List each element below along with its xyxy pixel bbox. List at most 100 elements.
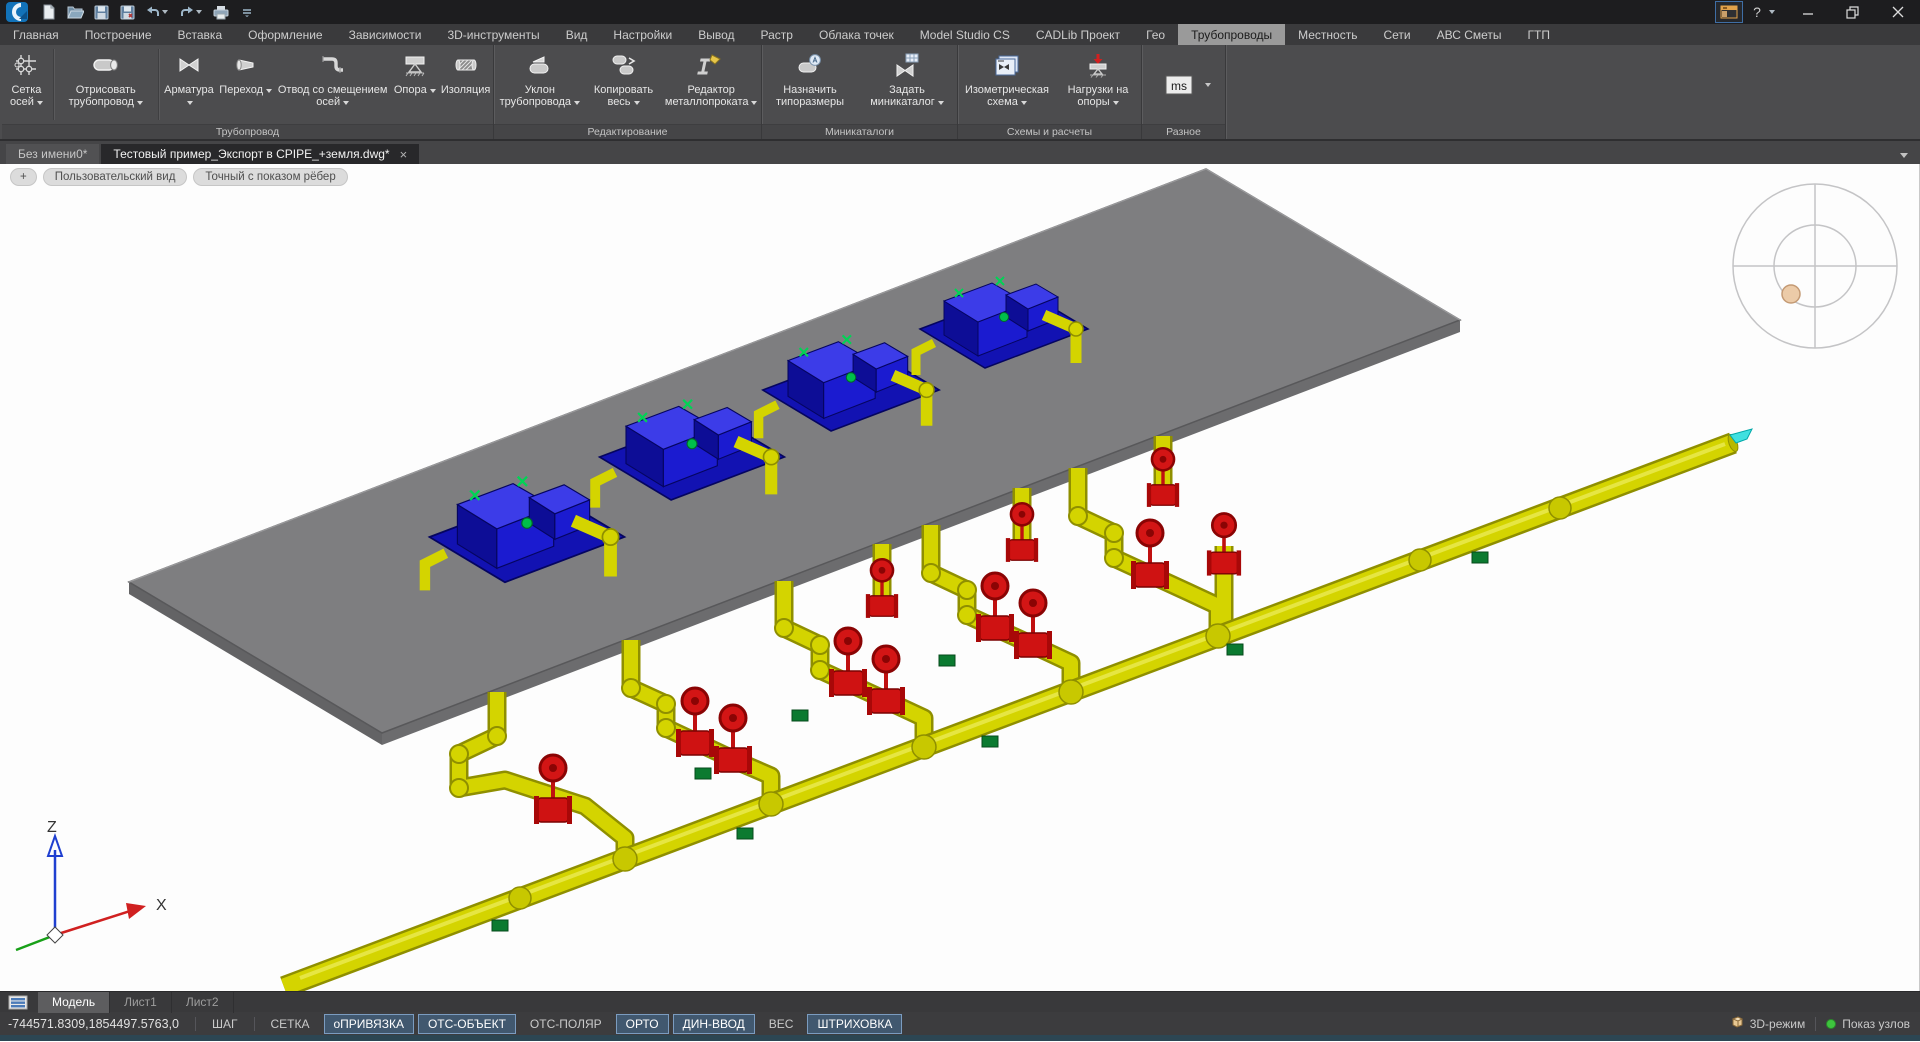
iso-schema-button[interactable]: Изометрическая схема <box>958 45 1056 124</box>
redo-icon[interactable] <box>176 2 206 22</box>
restore-button[interactable] <box>1830 0 1875 24</box>
reducer-button[interactable]: Переход <box>217 45 274 124</box>
support-loads-button[interactable]: Нагрузки на опоры <box>1056 45 1140 124</box>
sheet-tab-model[interactable]: Модель <box>38 992 110 1013</box>
gate-valve[interactable] <box>866 559 898 618</box>
insulation-button[interactable]: Изоляция <box>438 45 493 124</box>
customize-toolbar-icon[interactable] <box>236 2 258 22</box>
toggle-otrack-object[interactable]: ОТС-ОБЪЕКТ <box>418 1014 516 1034</box>
toggle-ortho[interactable]: ОРТО <box>616 1014 669 1034</box>
gate-valve[interactable] <box>1207 514 1241 576</box>
copy-all-icon <box>610 52 638 84</box>
steel-editor-button[interactable]: Редактор металлопроката <box>661 45 761 124</box>
close-button[interactable] <box>1875 0 1920 24</box>
sheet-tab-list1[interactable]: Лист1 <box>110 992 172 1013</box>
app-logo-icon <box>0 0 34 24</box>
gate-valve[interactable] <box>976 573 1014 642</box>
save-as-icon[interactable] <box>116 2 138 22</box>
view-compass[interactable] <box>1733 184 1897 348</box>
fittings-button[interactable]: Арматура <box>161 45 218 124</box>
toggle-grid[interactable]: СЕТКА <box>261 1014 320 1034</box>
gate-valve[interactable] <box>829 628 867 697</box>
ms-dropdown-icon[interactable] <box>1205 83 1211 87</box>
toggle-hatch[interactable]: ШТРИХОВКА <box>807 1014 902 1034</box>
gate-valve[interactable] <box>867 646 905 715</box>
tab-3d-instrumenty[interactable]: 3D-инструменты <box>434 24 552 45</box>
equipment-slab[interactable] <box>129 169 1460 745</box>
tab-mestnost[interactable]: Местность <box>1285 24 1370 45</box>
minimize-button[interactable] <box>1785 0 1830 24</box>
window-bottom-edge <box>0 1035 1920 1041</box>
sheet-tab-list2[interactable]: Лист2 <box>172 992 234 1013</box>
open-folder-icon[interactable] <box>64 2 86 22</box>
tab-nastroyki[interactable]: Настройки <box>600 24 685 45</box>
help-dropdown-icon[interactable] <box>1769 10 1775 14</box>
tab-glavnaya[interactable]: Главная <box>0 24 72 45</box>
support-button[interactable]: Опора <box>391 45 438 124</box>
model-scene: Z X <box>0 164 1920 991</box>
tab-oformlenie[interactable]: Оформление <box>235 24 335 45</box>
toggle-snap-step[interactable]: ШАГ <box>202 1014 248 1034</box>
tab-vstavka[interactable]: Вставка <box>165 24 236 45</box>
viewport-add-button[interactable]: + <box>10 168 37 186</box>
toggle-osnap[interactable]: оПРИВЯЗКА <box>324 1014 414 1034</box>
close-tab-icon[interactable]: × <box>400 147 408 162</box>
ribbon-group-misc: ms Разное <box>1142 45 1226 139</box>
tab-cadlib-proekt[interactable]: CADLib Проект <box>1023 24 1133 45</box>
tab-truboprovody[interactable]: Трубопроводы <box>1178 24 1285 45</box>
print-icon[interactable] <box>210 2 232 22</box>
axes-grid-button[interactable]: Сетка осей <box>2 45 51 124</box>
drawing-canvas[interactable]: + Пользовательский вид Точный с показом … <box>0 164 1920 991</box>
tab-rastr[interactable]: Растр <box>748 24 806 45</box>
dropdown-arrow-icon <box>343 101 349 105</box>
dropdown-arrow-icon <box>430 89 436 93</box>
gate-valve[interactable] <box>714 705 752 774</box>
show-nodes-label[interactable]: Показ узлов <box>1842 1017 1910 1031</box>
save-icon[interactable] <box>90 2 112 22</box>
minicatalog-button[interactable]: Задать миникаталог <box>858 45 956 124</box>
pipe-support <box>982 736 998 747</box>
document-tab-bar: Без имени0* Тестовый пример_Экспорт в CP… <box>0 141 1920 164</box>
tab-vid[interactable]: Вид <box>553 24 601 45</box>
viewport-view-button[interactable]: Пользовательский вид <box>43 168 188 186</box>
new-file-icon[interactable] <box>38 2 60 22</box>
toggle-lineweight[interactable]: ВЕС <box>759 1014 804 1034</box>
tab-avs-smety[interactable]: АВС Сметы <box>1424 24 1515 45</box>
pipe-support <box>492 920 508 931</box>
interface-settings-icon[interactable] <box>1715 1 1743 23</box>
ms-tools-button[interactable]: ms <box>1156 74 1202 96</box>
sheet-list-icon[interactable] <box>8 995 28 1010</box>
ribbon-group-schemas: Изометрическая схема Нагрузки на опоры С… <box>958 45 1142 139</box>
mode-3d-label[interactable]: 3D-режим <box>1750 1017 1806 1031</box>
gate-valve[interactable] <box>1014 590 1052 659</box>
redo-dropdown-icon[interactable] <box>196 10 202 14</box>
tab-vyvod[interactable]: Вывод <box>685 24 747 45</box>
gate-valve[interactable] <box>676 688 714 757</box>
pipe-slope-button[interactable]: Уклон трубопровода <box>494 45 586 124</box>
tab-list-dropdown-icon[interactable] <box>1900 153 1908 158</box>
gate-valve[interactable] <box>1147 448 1179 507</box>
toggle-dynamic-input[interactable]: ДИН-ВВОД <box>673 1014 755 1034</box>
tab-gtp[interactable]: ГТП <box>1515 24 1563 45</box>
copy-all-button[interactable]: Копировать весь <box>586 45 662 124</box>
tab-model-studio-cs[interactable]: Model Studio CS <box>907 24 1023 45</box>
offset-elbow-button[interactable]: Отвод со смещением осей <box>274 45 391 124</box>
ms-tools-icon: ms <box>1164 74 1194 96</box>
document-tab-unnamed[interactable]: Без имени0* <box>6 144 99 164</box>
assign-sizes-button[interactable]: Назначить типоразмеры <box>762 45 858 124</box>
tab-postroenie[interactable]: Построение <box>72 24 165 45</box>
document-tab-active[interactable]: Тестовый пример_Экспорт в CPIPE_+земля.d… <box>101 144 419 164</box>
undo-dropdown-icon[interactable] <box>162 10 168 14</box>
gate-valve[interactable] <box>1006 503 1038 562</box>
sheet-tab-bar: Модель Лист1 Лист2 <box>0 991 1920 1012</box>
tab-seti[interactable]: Сети <box>1370 24 1423 45</box>
gate-valve[interactable] <box>1131 520 1169 589</box>
undo-icon[interactable] <box>142 2 172 22</box>
draw-pipe-button[interactable]: Отрисовать трубопровод <box>56 45 156 124</box>
tab-oblaka-tochek[interactable]: Облака точек <box>806 24 907 45</box>
tab-geo[interactable]: Гео <box>1133 24 1178 45</box>
viewport-visual-style-button[interactable]: Точный с показом рёбер <box>193 168 347 186</box>
help-button[interactable]: ? <box>1747 4 1767 20</box>
toggle-otrack-polar[interactable]: ОТС-ПОЛЯР <box>520 1014 612 1034</box>
tab-zavisimosti[interactable]: Зависимости <box>336 24 435 45</box>
